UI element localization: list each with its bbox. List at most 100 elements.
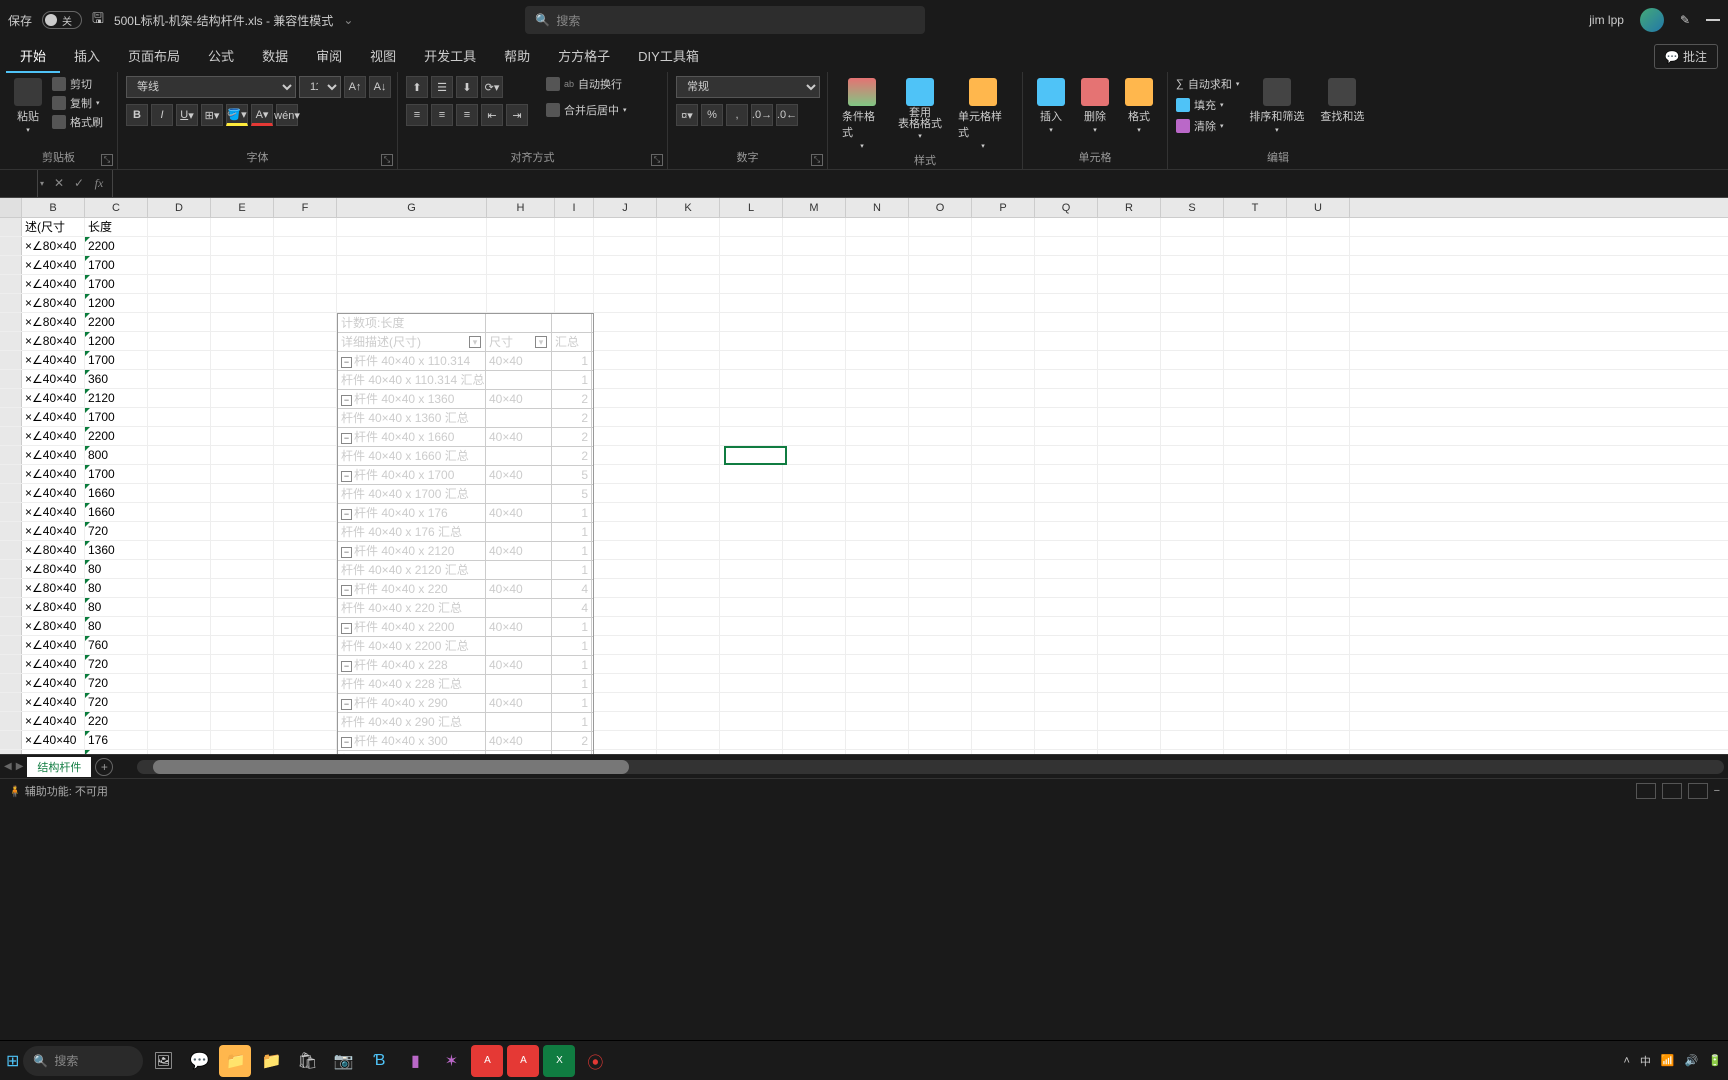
cell-O[interactable] xyxy=(909,427,972,445)
cell-B[interactable]: ×∠80×40 xyxy=(22,579,85,597)
cell-R[interactable] xyxy=(1098,560,1161,578)
cell-U[interactable] xyxy=(1287,674,1350,692)
cell-S[interactable] xyxy=(1161,256,1224,274)
cell-B[interactable]: ×∠80×40 xyxy=(22,541,85,559)
cell-T[interactable] xyxy=(1224,313,1287,331)
cell-L[interactable] xyxy=(720,674,783,692)
cell-F[interactable] xyxy=(274,484,337,502)
cell-K[interactable] xyxy=(657,750,720,754)
cell-E[interactable] xyxy=(211,332,274,350)
cell-P[interactable] xyxy=(972,503,1035,521)
row-header[interactable] xyxy=(0,465,22,483)
cell-L[interactable] xyxy=(720,731,783,749)
cell-M[interactable] xyxy=(783,617,846,635)
cell-Q[interactable] xyxy=(1035,636,1098,654)
collapse-icon[interactable]: − xyxy=(341,623,352,634)
accept-formula-button[interactable]: ✓ xyxy=(70,176,88,191)
cell-C[interactable]: 1700 xyxy=(85,465,148,483)
cell-R[interactable] xyxy=(1098,370,1161,388)
cell-N[interactable] xyxy=(846,294,909,312)
cell-C[interactable]: 720 xyxy=(85,522,148,540)
cell-F[interactable] xyxy=(274,351,337,369)
col-header-U[interactable]: U xyxy=(1287,198,1350,217)
cell-T[interactable] xyxy=(1224,503,1287,521)
cell-N[interactable] xyxy=(846,484,909,502)
col-header-R[interactable]: R xyxy=(1098,198,1161,217)
cell-J[interactable] xyxy=(594,750,657,754)
cell-F[interactable] xyxy=(274,427,337,445)
collapse-icon[interactable]: − xyxy=(341,699,352,710)
cell-D[interactable] xyxy=(148,712,211,730)
cell-U[interactable] xyxy=(1287,218,1350,236)
row-header[interactable] xyxy=(0,636,22,654)
cell-F[interactable] xyxy=(274,256,337,274)
cell-J[interactable] xyxy=(594,503,657,521)
cell-B[interactable]: ×∠40×40 xyxy=(22,484,85,502)
cell-O[interactable] xyxy=(909,503,972,521)
increase-decimal-button[interactable]: .0→ xyxy=(751,104,773,126)
cell-Q[interactable] xyxy=(1035,484,1098,502)
col-header-N[interactable]: N xyxy=(846,198,909,217)
cell-F[interactable] xyxy=(274,522,337,540)
cell-M[interactable] xyxy=(783,693,846,711)
cell-O[interactable] xyxy=(909,408,972,426)
cell-F[interactable] xyxy=(274,712,337,730)
user-name[interactable]: jim lpp xyxy=(1589,13,1624,27)
font-color-button[interactable]: A▾ xyxy=(251,104,273,126)
cell-J[interactable] xyxy=(594,408,657,426)
cell-U[interactable] xyxy=(1287,636,1350,654)
cell-U[interactable] xyxy=(1287,313,1350,331)
cell-E[interactable] xyxy=(211,370,274,388)
cell-E[interactable] xyxy=(211,693,274,711)
col-header-C[interactable]: C xyxy=(85,198,148,217)
cell-D[interactable] xyxy=(148,275,211,293)
cell-D[interactable] xyxy=(148,351,211,369)
cell-B[interactable]: ×∠80×40 xyxy=(22,560,85,578)
cell-R[interactable] xyxy=(1098,750,1161,754)
cell-P[interactable] xyxy=(972,275,1035,293)
cell-N[interactable] xyxy=(846,560,909,578)
cell-R[interactable] xyxy=(1098,541,1161,559)
cell-K[interactable] xyxy=(657,351,720,369)
cell-M[interactable] xyxy=(783,636,846,654)
cell-M[interactable] xyxy=(783,332,846,350)
cell-I[interactable] xyxy=(555,294,594,312)
cell-S[interactable] xyxy=(1161,465,1224,483)
cell-N[interactable] xyxy=(846,427,909,445)
cell-F[interactable] xyxy=(274,503,337,521)
underline-button[interactable]: U▾ xyxy=(176,104,198,126)
collapse-icon[interactable]: − xyxy=(341,547,352,558)
cell-F[interactable] xyxy=(274,579,337,597)
cell-Q[interactable] xyxy=(1035,560,1098,578)
cell-U[interactable] xyxy=(1287,408,1350,426)
cell-H[interactable] xyxy=(487,218,555,236)
cell-S[interactable] xyxy=(1161,218,1224,236)
cell-F[interactable] xyxy=(274,560,337,578)
cell-D[interactable] xyxy=(148,427,211,445)
cell-M[interactable] xyxy=(783,275,846,293)
pivot-row[interactable]: 杆件 40×40 x 1360 汇总2 xyxy=(338,409,593,428)
cell-P[interactable] xyxy=(972,351,1035,369)
cell-C[interactable]: 800 xyxy=(85,446,148,464)
cell-T[interactable] xyxy=(1224,750,1287,754)
sheet-tab-active[interactable]: 结构杆件 xyxy=(27,757,91,777)
cell-B[interactable]: ×∠80×40 xyxy=(22,313,85,331)
cell-K[interactable] xyxy=(657,636,720,654)
cell-R[interactable] xyxy=(1098,693,1161,711)
cell-D[interactable] xyxy=(148,693,211,711)
cell-E[interactable] xyxy=(211,237,274,255)
pivot-row[interactable]: −杆件 40×40 x 17640×401 xyxy=(338,504,593,523)
cell-J[interactable] xyxy=(594,218,657,236)
dropdown-icon[interactable]: ⌄ xyxy=(343,13,353,27)
cell-P[interactable] xyxy=(972,446,1035,464)
cell-P[interactable] xyxy=(972,636,1035,654)
cell-P[interactable] xyxy=(972,674,1035,692)
cell-T[interactable] xyxy=(1224,446,1287,464)
cell-J[interactable] xyxy=(594,731,657,749)
cell-J[interactable] xyxy=(594,693,657,711)
cell-R[interactable] xyxy=(1098,256,1161,274)
cell-T[interactable] xyxy=(1224,655,1287,673)
cell-F[interactable] xyxy=(274,598,337,616)
cell-S[interactable] xyxy=(1161,237,1224,255)
cell-C[interactable]: 1700 xyxy=(85,275,148,293)
